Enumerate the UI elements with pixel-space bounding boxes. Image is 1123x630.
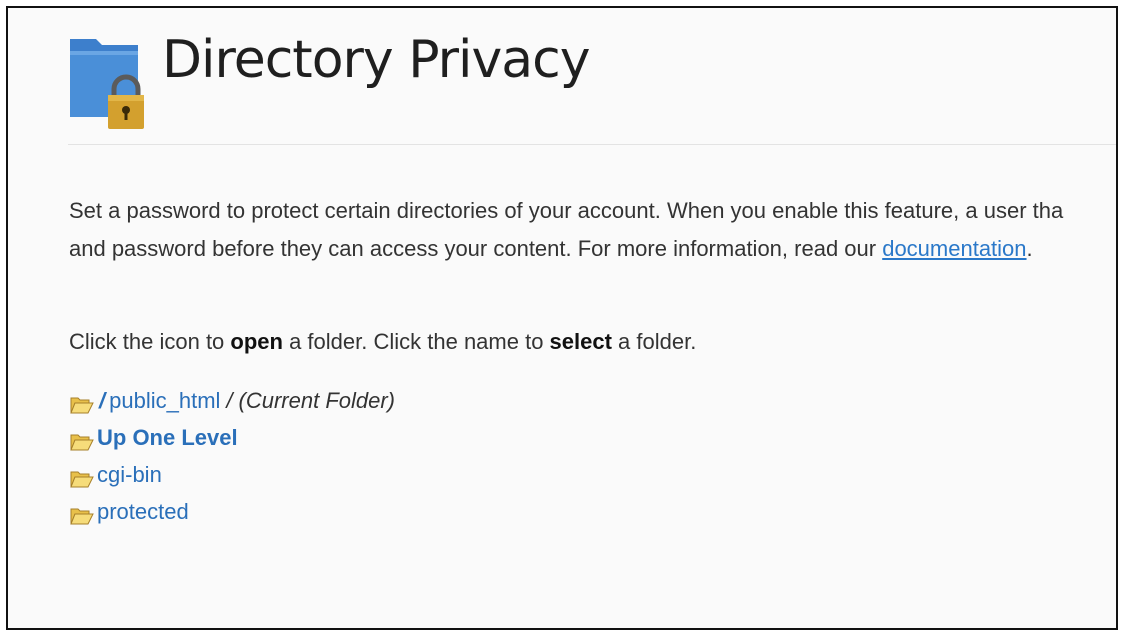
folder-lock-icon xyxy=(68,31,148,131)
page-content: Directory Privacy Set a password to prot… xyxy=(8,8,1116,628)
current-folder-label: (Current Folder) xyxy=(238,388,396,413)
description-line-2: and password before they can access your… xyxy=(69,230,1116,268)
header-divider xyxy=(68,144,1116,145)
instructions-part-3: a folder. xyxy=(611,329,697,354)
root-folder-link[interactable]: / xyxy=(99,382,105,419)
path-separator: / xyxy=(226,388,233,413)
instructions-part-2: a folder. Click the name to xyxy=(282,329,550,354)
folder-link-public-html[interactable]: public_html xyxy=(109,382,220,419)
open-folder-icon[interactable] xyxy=(69,390,95,413)
documentation-link[interactable]: documentation xyxy=(882,236,1026,261)
open-folder-icon[interactable] xyxy=(69,501,95,524)
open-folder-icon[interactable] xyxy=(69,427,95,450)
folder-link-protected[interactable]: protected xyxy=(97,493,189,530)
window-frame: Directory Privacy Set a password to prot… xyxy=(6,6,1118,630)
instructions-part-1: Click the icon to xyxy=(69,329,231,354)
description-line-2-text: and password before they can access your… xyxy=(69,236,883,261)
page-title: Directory Privacy xyxy=(162,29,590,90)
current-folder-row: / public_html / (Current Folder) xyxy=(69,382,395,419)
up-one-level-row: Up One Level xyxy=(69,419,395,456)
open-folder-icon[interactable] xyxy=(69,464,95,487)
instructions-select: select xyxy=(549,329,612,354)
folder-row-cgi-bin: cgi-bin xyxy=(69,456,395,493)
folder-link-cgi-bin[interactable]: cgi-bin xyxy=(97,456,162,493)
page-header: Directory Privacy xyxy=(68,26,590,136)
description-end-period: . xyxy=(1026,236,1033,261)
folder-row-protected: protected xyxy=(69,493,395,530)
up-one-level-link[interactable]: Up One Level xyxy=(97,419,238,456)
description-line-1: Set a password to protect certain direct… xyxy=(69,198,1064,223)
folder-instructions: Click the icon to open a folder. Click t… xyxy=(69,326,696,358)
folder-list: / public_html / (Current Folder) Up One … xyxy=(69,382,395,530)
page-description: Set a password to protect certain direct… xyxy=(69,192,1116,268)
instructions-open: open xyxy=(230,329,283,354)
